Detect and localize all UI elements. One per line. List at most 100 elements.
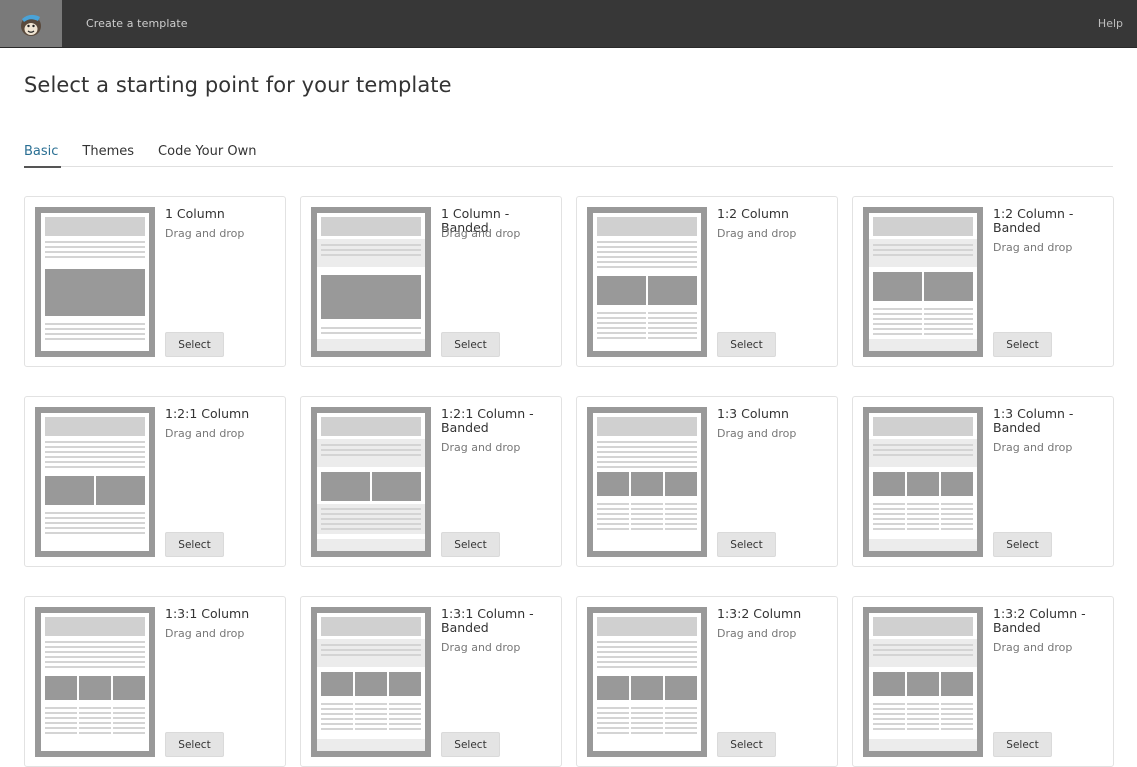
template-subtitle: Drag and drop <box>441 227 521 240</box>
thumbnail-text-line <box>873 518 905 520</box>
thumbnail-text-line <box>597 727 629 729</box>
thumbnail-band <box>869 339 977 351</box>
thumbnail-text-line <box>665 508 697 510</box>
thumbnail-text-line <box>907 523 939 525</box>
select-button[interactable]: Select <box>717 532 776 557</box>
thumbnail-text-line <box>45 666 145 668</box>
template-grid: 1 Column Drag and drop Select 1 Column - Ba… <box>24 196 1114 767</box>
thumbnail-text-line <box>45 722 77 724</box>
thumbnail-text-line <box>389 708 421 710</box>
thumbnail-image-block <box>873 672 905 696</box>
select-button[interactable]: Select <box>441 532 500 557</box>
template-card[interactable]: 1:2 Column Drag and drop Select <box>576 196 838 367</box>
template-name: 1:3:1 Column - Banded <box>441 606 534 635</box>
template-card[interactable]: 1:3:2 Column - Banded Drag and drop Select <box>852 596 1114 767</box>
template-card[interactable]: 1:2:1 Column Drag and drop Select <box>24 396 286 567</box>
thumbnail-text-line <box>597 717 629 719</box>
thumbnail-text-line <box>45 241 145 243</box>
select-button[interactable]: Select <box>993 332 1052 357</box>
template-thumbnail[interactable] <box>863 407 983 557</box>
thumbnail-text-line <box>45 727 77 729</box>
template-card[interactable]: 1:3 Column Drag and drop Select <box>576 396 838 567</box>
tab-themes[interactable]: Themes <box>82 144 134 167</box>
template-card[interactable]: 1 Column Drag and drop Select <box>24 196 286 367</box>
template-card[interactable]: 1:2:1 Column - Banded Drag and drop Select <box>300 396 562 567</box>
template-subtitle: Drag and drop <box>993 241 1073 254</box>
thumbnail-text-line <box>45 527 145 529</box>
tab-basic[interactable]: Basic <box>24 144 62 168</box>
thumbnail-header-block <box>597 217 697 236</box>
template-thumbnail[interactable] <box>311 207 431 357</box>
template-thumbnail[interactable] <box>587 407 707 557</box>
template-name: 1:3 Column <box>717 406 789 421</box>
thumbnail-text-line <box>597 513 629 515</box>
thumbnail-image-block <box>113 676 145 700</box>
thumbnail-text-line <box>355 718 387 720</box>
select-button[interactable]: Select <box>441 732 500 757</box>
thumbnail-text-line <box>665 727 697 729</box>
template-thumbnail[interactable] <box>35 407 155 557</box>
template-subtitle: Drag and drop <box>165 427 245 440</box>
thumbnail-image-block <box>665 472 697 496</box>
thumbnail-text-line <box>873 723 905 725</box>
thumbnail-text-line <box>648 312 697 314</box>
template-thumbnail[interactable] <box>863 607 983 757</box>
top-bar: Create a template Help <box>0 0 1137 48</box>
template-subtitle: Drag and drop <box>717 427 797 440</box>
thumbnail-sheet <box>41 413 149 551</box>
thumbnail-text-line <box>45 517 145 519</box>
select-button[interactable]: Select <box>993 532 1052 557</box>
template-card[interactable]: 1:3:2 Column Drag and drop Select <box>576 596 838 767</box>
thumbnail-text-line <box>924 328 973 330</box>
select-button[interactable]: Select <box>717 332 776 357</box>
help-link[interactable]: Help <box>1098 17 1123 30</box>
select-button[interactable]: Select <box>165 732 224 757</box>
thumbnail-text-line <box>631 717 663 719</box>
thumbnail-text-line <box>321 254 421 256</box>
template-card[interactable]: 1 Column - Banded Drag and drop Select <box>300 196 562 367</box>
thumbnail-text-line <box>45 707 77 709</box>
thumbnail-text-line <box>597 722 629 724</box>
select-button[interactable]: Select <box>165 332 224 357</box>
template-card[interactable]: 1:3 Column - Banded Drag and drop Select <box>852 396 1114 567</box>
thumbnail-header-block <box>873 417 973 436</box>
template-thumbnail[interactable] <box>35 207 155 357</box>
thumbnail-image-block <box>873 472 905 496</box>
thumbnail-sheet <box>869 413 977 551</box>
thumbnail-header-block <box>597 617 697 636</box>
thumbnail-text-line <box>45 717 77 719</box>
template-card[interactable]: 1:2 Column - Banded Drag and drop Select <box>852 196 1114 367</box>
thumbnail-sheet <box>869 213 977 351</box>
thumbnail-text-line <box>597 503 629 505</box>
thumbnail-text-line <box>597 441 697 443</box>
thumbnail-text-line <box>924 308 973 310</box>
template-thumbnail[interactable] <box>311 607 431 757</box>
select-button[interactable]: Select <box>165 532 224 557</box>
thumbnail-text-line <box>941 723 973 725</box>
select-button[interactable]: Select <box>441 332 500 357</box>
tab-code-your-own[interactable]: Code Your Own <box>158 144 256 167</box>
template-thumbnail[interactable] <box>863 207 983 357</box>
thumbnail-text-line <box>873 644 973 646</box>
mailchimp-logo-icon[interactable] <box>0 0 62 47</box>
template-thumbnail[interactable] <box>587 207 707 357</box>
thumbnail-text-line <box>631 508 663 510</box>
thumbnail-band <box>317 539 425 551</box>
thumbnail-image-block <box>907 672 939 696</box>
select-button[interactable]: Select <box>717 732 776 757</box>
thumbnail-text-line <box>45 732 77 734</box>
thumbnail-image-block <box>372 472 421 501</box>
template-thumbnail[interactable] <box>311 407 431 557</box>
template-subtitle: Drag and drop <box>165 627 245 640</box>
thumbnail-text-line <box>113 707 145 709</box>
template-card[interactable]: 1:3:1 Column - Banded Drag and drop Select <box>300 596 562 767</box>
template-thumbnail[interactable] <box>587 607 707 757</box>
template-thumbnail[interactable] <box>35 607 155 757</box>
thumbnail-image-block <box>924 272 973 301</box>
template-name: 1:2 Column - Banded <box>993 206 1074 235</box>
thumbnail-image-block <box>597 276 646 305</box>
template-card[interactable]: 1:3:1 Column Drag and drop Select <box>24 596 286 767</box>
select-button[interactable]: Select <box>993 732 1052 757</box>
thumbnail-text-line <box>631 732 663 734</box>
thumbnail-text-line <box>907 518 939 520</box>
